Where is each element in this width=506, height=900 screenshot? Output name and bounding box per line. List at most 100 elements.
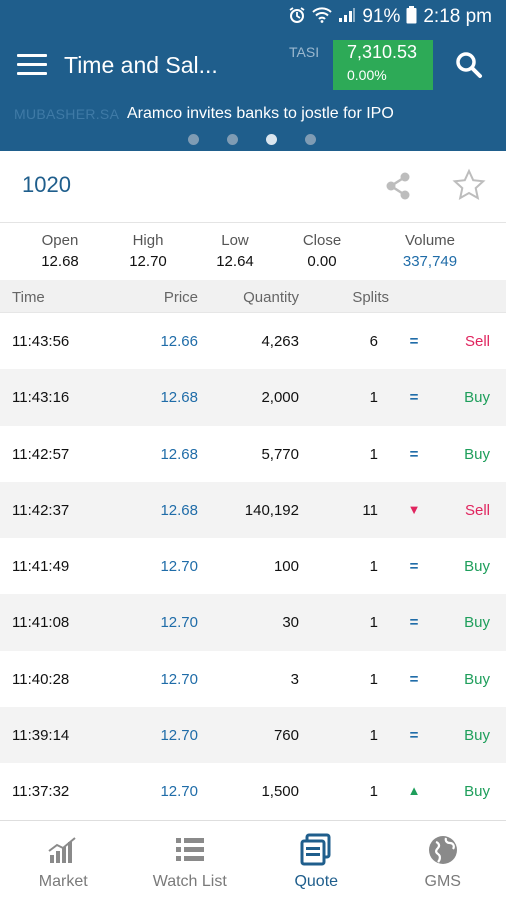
menu-button[interactable]	[0, 34, 64, 96]
bottom-navigation: Market Watch List Quote GMS	[0, 820, 506, 900]
battery-icon	[406, 5, 417, 29]
equal-icon: =	[409, 670, 419, 688]
table-row: 11:41:08 12.70 30 1 = Buy	[0, 594, 506, 651]
header-time: Time	[12, 289, 45, 306]
summary-volume: Volume 337,749	[395, 232, 465, 270]
row-time: 11:39:14	[12, 727, 70, 745]
row-splits: 11	[362, 501, 378, 519]
row-side: Buy	[464, 783, 490, 801]
row-splits: 1	[369, 783, 378, 801]
row-side: Buy	[464, 558, 490, 576]
row-quantity: 4,263	[261, 333, 299, 350]
share-icon	[386, 172, 410, 200]
equal-icon: =	[409, 558, 419, 576]
search-button[interactable]	[450, 48, 488, 82]
summary-high: High 12.70	[126, 232, 170, 270]
summary-open: Open 12.68	[38, 232, 82, 270]
nav-watch-list-label: Watch List	[152, 873, 227, 890]
row-time: 11:41:49	[12, 558, 70, 576]
battery-percent: 91%	[362, 6, 401, 27]
table-row: 11:40:28 12.70 3 1 = Buy	[0, 651, 506, 707]
row-quantity: 5,770	[261, 445, 299, 463]
row-side: Buy	[464, 389, 490, 407]
page-title: Time and Sal...	[64, 51, 218, 78]
nav-market-label: Market	[38, 873, 88, 890]
index-change: 0.00%	[347, 67, 387, 83]
news-ticker[interactable]: MUBASHER.SA Aramco invites banks to jost…	[0, 96, 506, 151]
up-arrow-icon: ▲	[407, 783, 421, 799]
hamburger-icon	[17, 54, 47, 76]
summary-close: Close 0.00	[299, 232, 345, 270]
nav-market[interactable]: Market	[0, 821, 127, 900]
open-value: 12.68	[41, 253, 79, 270]
quote-summary: Open 12.68 High 12.70 Low 12.64 Close 0.…	[0, 224, 506, 280]
row-splits: 1	[369, 614, 378, 632]
share-button[interactable]	[381, 169, 415, 203]
nav-quote[interactable]: Quote	[253, 821, 380, 900]
table-row: 11:41:49 12.70 100 1 = Buy	[0, 538, 506, 594]
nav-gms-label: GMS	[424, 873, 461, 890]
table-row: 11:42:37 12.68 140,192 11 ▼ Sell	[0, 481, 506, 539]
row-side: Buy	[464, 614, 490, 632]
row-time: 11:41:08	[12, 614, 70, 632]
row-splits: 1	[369, 445, 378, 463]
row-side: Buy	[464, 727, 490, 745]
header-quantity: Quantity	[243, 289, 299, 306]
row-side: Buy	[464, 670, 490, 688]
page-dot-active	[266, 134, 277, 145]
table-row: 11:43:56 12.66 4,263 6 = Sell	[0, 313, 506, 369]
header-splits: Splits	[352, 289, 389, 306]
symbol-row: 1020	[0, 151, 506, 223]
alarm-icon	[288, 6, 306, 29]
row-price: 12.70	[160, 670, 198, 688]
index-badge[interactable]: 7,310.53 0.00%	[333, 40, 433, 90]
row-time: 11:43:16	[12, 389, 70, 407]
low-value: 12.64	[216, 253, 254, 270]
row-time: 11:42:57	[12, 445, 70, 463]
news-headline[interactable]: Aramco invites banks to jostle for IPO	[127, 105, 394, 123]
wifi-icon	[312, 6, 333, 28]
close-label: Close	[302, 232, 342, 249]
high-value: 12.70	[129, 253, 167, 270]
clock-time: 2:18 pm	[423, 6, 492, 27]
nav-watch-list[interactable]: Watch List	[127, 821, 254, 900]
index-value: 7,310.53	[347, 42, 418, 62]
table-row: 11:39:14 12.70 760 1 = Buy	[0, 707, 506, 764]
row-splits: 1	[369, 558, 378, 576]
table-row: 11:43:16 12.68 2,000 1 = Buy	[0, 369, 506, 426]
row-side: Sell	[464, 333, 490, 350]
row-price: 12.66	[160, 333, 198, 350]
row-price: 12.70	[160, 614, 198, 632]
row-quantity: 2,000	[261, 389, 299, 407]
list-icon	[175, 838, 204, 861]
nav-gms[interactable]: GMS	[380, 821, 506, 900]
open-label: Open	[41, 232, 79, 249]
equal-icon: =	[409, 727, 419, 745]
row-time: 11:42:37	[12, 501, 70, 519]
news-source: MUBASHER.SA	[14, 106, 120, 122]
row-price: 12.70	[160, 727, 198, 745]
ticker-page-indicator	[188, 134, 316, 145]
close-value: 0.00	[307, 253, 337, 270]
index-name: TASI	[289, 44, 320, 60]
symbol-code: 1020	[22, 172, 71, 197]
table-row: 11:42:57 12.68 5,770 1 = Buy	[0, 426, 506, 482]
row-splits: 6	[369, 333, 378, 350]
signal-icon	[338, 7, 356, 28]
row-time: 11:43:56	[12, 333, 70, 350]
table-row: 11:37:32 12.70 1,500 1 ▲ Buy	[0, 763, 506, 819]
equal-icon: =	[409, 614, 419, 632]
row-price: 12.70	[160, 558, 198, 576]
page-dot	[227, 134, 238, 145]
volume-label: Volume	[404, 232, 456, 249]
page-dot	[188, 134, 199, 145]
favorite-button[interactable]	[452, 168, 486, 202]
row-splits: 1	[369, 670, 378, 688]
row-quantity: 1,500	[261, 783, 299, 801]
page-dot	[305, 134, 316, 145]
nav-quote-label: Quote	[294, 873, 339, 890]
globe-icon	[428, 836, 457, 864]
search-icon	[456, 52, 482, 78]
high-label: High	[132, 232, 164, 249]
row-quantity: 140,192	[244, 501, 299, 519]
